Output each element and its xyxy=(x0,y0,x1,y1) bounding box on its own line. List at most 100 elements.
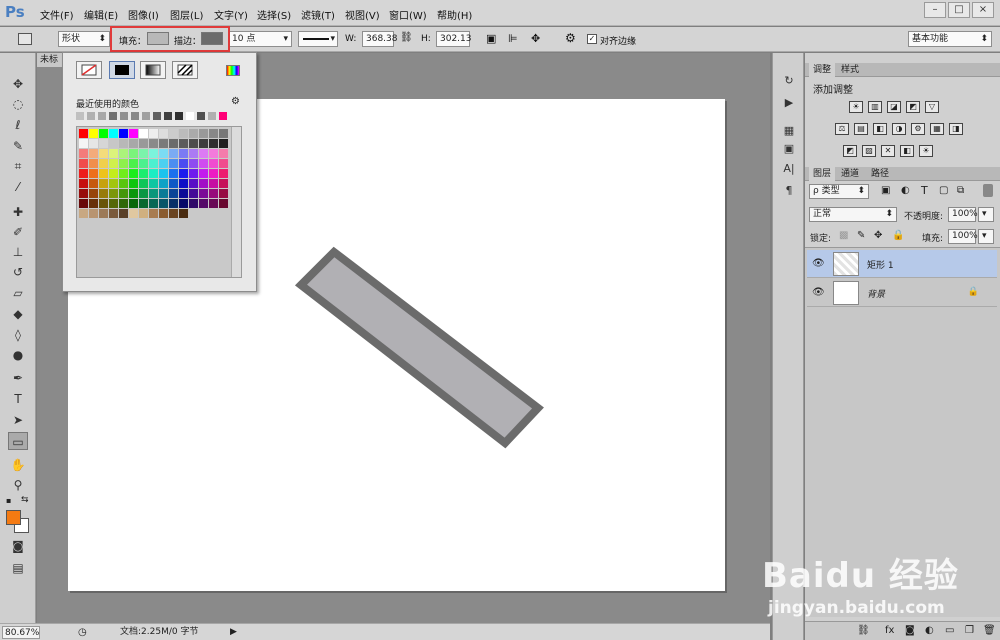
adjustment-icon[interactable]: ◑ xyxy=(892,123,906,135)
color-swatch[interactable] xyxy=(179,199,188,208)
minimize-button[interactable]: – xyxy=(924,2,946,18)
color-swatch[interactable] xyxy=(149,189,158,198)
default-colors-icon[interactable]: ▪ xyxy=(6,496,11,505)
path-operations-icon[interactable]: ▣ xyxy=(486,32,496,45)
color-swatch[interactable] xyxy=(89,209,98,218)
color-swatch[interactable] xyxy=(139,189,148,198)
color-swatch[interactable] xyxy=(119,149,128,158)
color-swatch[interactable] xyxy=(109,159,118,168)
new-layer-icon[interactable]: ❐ xyxy=(965,625,974,636)
color-swatch[interactable] xyxy=(139,139,148,148)
color-swatch[interactable] xyxy=(129,179,138,188)
color-swatch[interactable] xyxy=(139,149,148,158)
color-swatch[interactable] xyxy=(99,179,108,188)
color-swatch[interactable] xyxy=(89,139,98,148)
color-swatch[interactable] xyxy=(139,199,148,208)
width-input[interactable]: 368.38 xyxy=(362,31,398,47)
tab-channels[interactable]: 通道 xyxy=(837,167,863,181)
color-swatch[interactable] xyxy=(159,199,168,208)
lock-all-icon[interactable]: 🔒 xyxy=(892,230,904,241)
path-arrangement-icon[interactable]: ✥ xyxy=(531,32,540,45)
menu-help[interactable]: 帮助(H) xyxy=(437,7,472,22)
color-swatch[interactable] xyxy=(99,139,108,148)
menu-select[interactable]: 选择(S) xyxy=(257,7,291,22)
color-swatch[interactable] xyxy=(179,189,188,198)
color-swatch[interactable] xyxy=(169,159,178,168)
gear-icon[interactable]: ⚙ xyxy=(565,31,576,45)
color-swatch[interactable] xyxy=(149,159,158,168)
color-swatch[interactable] xyxy=(119,139,128,148)
color-swatch[interactable] xyxy=(109,209,118,218)
color-swatch[interactable] xyxy=(99,159,108,168)
lasso-tool-icon[interactable]: ℓ xyxy=(8,116,28,134)
color-swatch[interactable] xyxy=(159,169,168,178)
paragraph-panel-icon[interactable]: ¶ xyxy=(780,183,798,199)
color-swatch[interactable] xyxy=(129,169,138,178)
adjustment-icon[interactable]: ▥ xyxy=(868,101,882,113)
recent-color-swatch[interactable] xyxy=(197,112,205,120)
history-brush-tool-icon[interactable]: ↺ xyxy=(8,263,28,281)
info-panel-icon[interactable]: ▣ xyxy=(780,141,798,157)
pattern-button[interactable] xyxy=(172,61,198,79)
recent-color-swatch[interactable] xyxy=(109,112,117,120)
adjustment-icon[interactable]: ✕ xyxy=(881,145,895,157)
color-swatch[interactable] xyxy=(149,199,158,208)
color-swatch[interactable] xyxy=(169,149,178,158)
color-swatch[interactable] xyxy=(129,129,138,138)
zoom-level[interactable]: 80.67% xyxy=(2,626,40,639)
color-swatch[interactable] xyxy=(179,139,188,148)
color-swatch[interactable] xyxy=(89,159,98,168)
color-swatch[interactable] xyxy=(219,199,228,208)
close-button[interactable]: × xyxy=(972,2,994,18)
color-swatch[interactable] xyxy=(189,199,198,208)
color-swatch[interactable] xyxy=(199,149,208,158)
color-swatch[interactable] xyxy=(139,159,148,168)
adjustment-icon[interactable]: ◨ xyxy=(949,123,963,135)
fill-dropdown[interactable]: ▾ xyxy=(978,229,994,244)
blur-tool-icon[interactable]: ◊ xyxy=(8,326,28,344)
adjustment-filter-icon[interactable]: ◐ xyxy=(901,185,910,196)
recent-color-swatch[interactable] xyxy=(87,112,95,120)
menu-window[interactable]: 窗口(W) xyxy=(389,7,427,22)
stroke-width-input[interactable]: 10 点 ▾ xyxy=(228,31,292,47)
adjustment-icon[interactable]: ▽ xyxy=(925,101,939,113)
color-swatch[interactable] xyxy=(99,149,108,158)
adjustment-icon[interactable]: ◩ xyxy=(906,101,920,113)
menu-edit[interactable]: 编辑(E) xyxy=(84,7,118,22)
workspace-select[interactable]: 基本功能 ⬍ xyxy=(908,31,992,47)
color-swatch[interactable] xyxy=(79,159,88,168)
color-swatch[interactable] xyxy=(149,129,158,138)
adjustment-icon[interactable]: ◧ xyxy=(873,123,887,135)
color-swatch[interactable] xyxy=(189,139,198,148)
color-swatch[interactable] xyxy=(129,199,138,208)
color-swatch[interactable] xyxy=(189,129,198,138)
color-swatch[interactable] xyxy=(209,129,218,138)
color-swatch[interactable] xyxy=(99,199,108,208)
recent-color-swatch[interactable] xyxy=(120,112,128,120)
zoom-tool-icon[interactable]: ⚲ xyxy=(8,476,28,494)
menu-layer[interactable]: 图层(L) xyxy=(170,7,203,22)
color-swatch[interactable] xyxy=(119,209,128,218)
color-swatch[interactable] xyxy=(199,189,208,198)
quick-select-tool-icon[interactable]: ✎ xyxy=(8,137,28,155)
lock-position-icon[interactable]: ✥ xyxy=(874,230,882,241)
tab-layers[interactable]: 图层 xyxy=(809,167,836,181)
dodge-tool-icon[interactable]: ● xyxy=(8,346,28,364)
menu-type[interactable]: 文字(Y) xyxy=(214,7,248,22)
eraser-tool-icon[interactable]: ▱ xyxy=(8,284,28,302)
blend-mode-select[interactable]: 正常 ⬍ xyxy=(809,207,897,222)
swap-colors-icon[interactable]: ⇆ xyxy=(21,495,29,505)
color-swatch[interactable] xyxy=(209,189,218,198)
color-swatch[interactable] xyxy=(139,179,148,188)
adjustment-icon[interactable]: ▤ xyxy=(854,123,868,135)
recent-color-swatch[interactable] xyxy=(142,112,150,120)
layer-kind-filter[interactable]: ρ 类型 ⬍ xyxy=(809,184,869,199)
stroke-type-select[interactable]: ▾ xyxy=(298,31,338,47)
color-swatch[interactable] xyxy=(109,139,118,148)
color-swatch[interactable] xyxy=(219,139,228,148)
menu-filter[interactable]: 滤镜(T) xyxy=(301,7,335,22)
color-swatch[interactable] xyxy=(219,189,228,198)
menu-image[interactable]: 图像(I) xyxy=(128,7,159,22)
layer-style-icon[interactable]: fx xyxy=(885,625,894,636)
filter-toggle-icon[interactable] xyxy=(983,184,993,197)
